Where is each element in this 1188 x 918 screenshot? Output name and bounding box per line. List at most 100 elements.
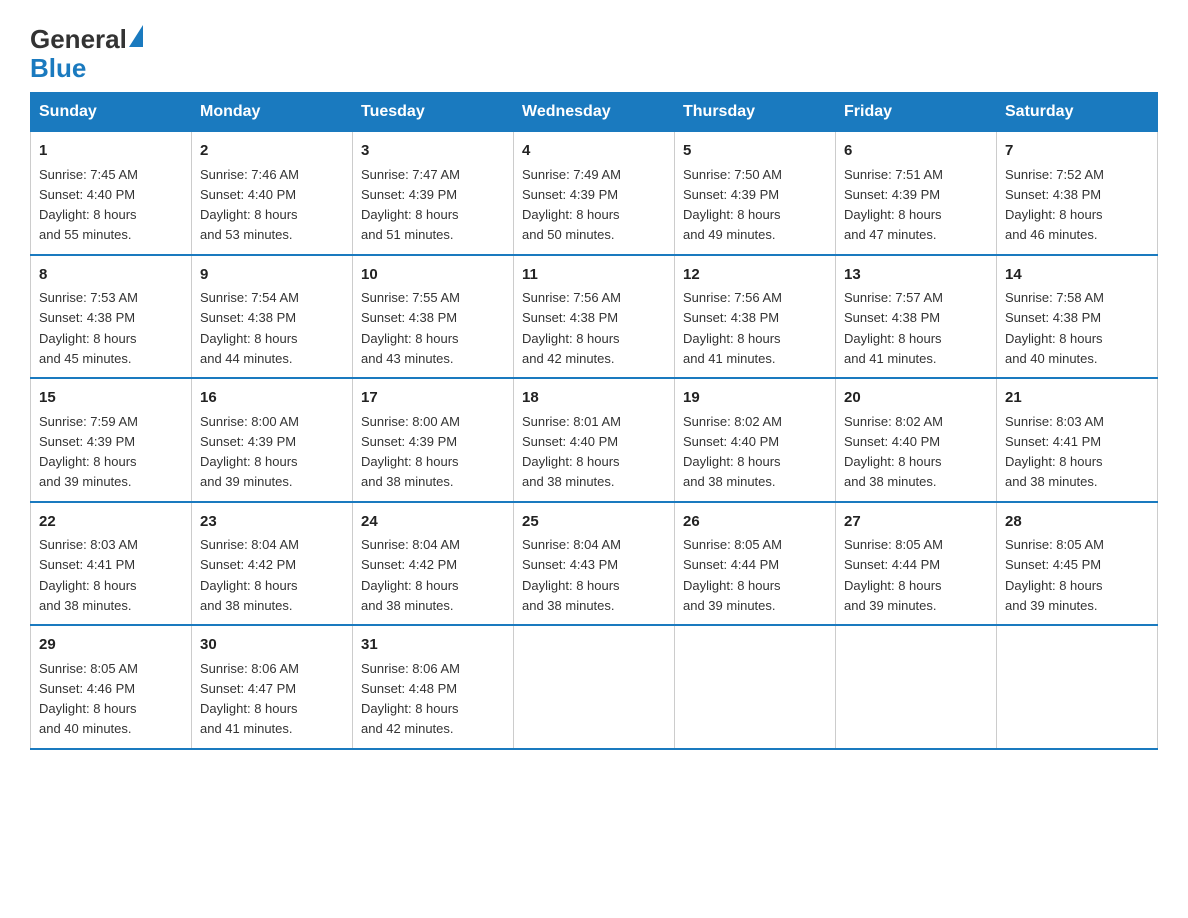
logo-general-text: General: [30, 25, 127, 54]
day-info: Sunrise: 8:05 AMSunset: 4:44 PMDaylight:…: [683, 537, 782, 613]
day-info: Sunrise: 7:58 AMSunset: 4:38 PMDaylight:…: [1005, 290, 1104, 366]
day-cell: 18 Sunrise: 8:01 AMSunset: 4:40 PMDaylig…: [514, 378, 675, 502]
day-number: 22: [39, 511, 183, 534]
day-cell: 12 Sunrise: 7:56 AMSunset: 4:38 PMDaylig…: [675, 255, 836, 379]
day-info: Sunrise: 7:45 AMSunset: 4:40 PMDaylight:…: [39, 167, 138, 243]
day-info: Sunrise: 7:57 AMSunset: 4:38 PMDaylight:…: [844, 290, 943, 366]
day-cell: 4 Sunrise: 7:49 AMSunset: 4:39 PMDayligh…: [514, 132, 675, 255]
day-number: 8: [39, 264, 183, 287]
header-sunday: Sunday: [31, 93, 192, 132]
day-cell: 13 Sunrise: 7:57 AMSunset: 4:38 PMDaylig…: [836, 255, 997, 379]
page-header: General Blue: [30, 20, 1158, 82]
logo-blue-text: Blue: [30, 54, 86, 83]
day-info: Sunrise: 8:05 AMSunset: 4:45 PMDaylight:…: [1005, 537, 1104, 613]
day-number: 25: [522, 511, 666, 534]
header-saturday: Saturday: [997, 93, 1158, 132]
day-number: 3: [361, 140, 505, 163]
day-number: 20: [844, 387, 988, 410]
day-cell: 17 Sunrise: 8:00 AMSunset: 4:39 PMDaylig…: [353, 378, 514, 502]
day-cell: 5 Sunrise: 7:50 AMSunset: 4:39 PMDayligh…: [675, 132, 836, 255]
day-cell: 21 Sunrise: 8:03 AMSunset: 4:41 PMDaylig…: [997, 378, 1158, 502]
day-cell: 27 Sunrise: 8:05 AMSunset: 4:44 PMDaylig…: [836, 502, 997, 626]
day-info: Sunrise: 7:51 AMSunset: 4:39 PMDaylight:…: [844, 167, 943, 243]
day-number: 19: [683, 387, 827, 410]
day-info: Sunrise: 8:03 AMSunset: 4:41 PMDaylight:…: [1005, 414, 1104, 490]
day-cell: 28 Sunrise: 8:05 AMSunset: 4:45 PMDaylig…: [997, 502, 1158, 626]
day-info: Sunrise: 8:02 AMSunset: 4:40 PMDaylight:…: [683, 414, 782, 490]
day-number: 28: [1005, 511, 1149, 534]
day-cell: [997, 625, 1158, 749]
day-number: 21: [1005, 387, 1149, 410]
day-number: 14: [1005, 264, 1149, 287]
day-number: 30: [200, 634, 344, 657]
calendar-table: SundayMondayTuesdayWednesdayThursdayFrid…: [30, 92, 1158, 750]
day-cell: 20 Sunrise: 8:02 AMSunset: 4:40 PMDaylig…: [836, 378, 997, 502]
day-info: Sunrise: 7:54 AMSunset: 4:38 PMDaylight:…: [200, 290, 299, 366]
day-cell: 26 Sunrise: 8:05 AMSunset: 4:44 PMDaylig…: [675, 502, 836, 626]
header-friday: Friday: [836, 93, 997, 132]
day-number: 31: [361, 634, 505, 657]
header-monday: Monday: [192, 93, 353, 132]
day-cell: [836, 625, 997, 749]
day-info: Sunrise: 8:06 AMSunset: 4:47 PMDaylight:…: [200, 661, 299, 737]
day-number: 5: [683, 140, 827, 163]
day-number: 29: [39, 634, 183, 657]
day-cell: 2 Sunrise: 7:46 AMSunset: 4:40 PMDayligh…: [192, 132, 353, 255]
day-info: Sunrise: 8:03 AMSunset: 4:41 PMDaylight:…: [39, 537, 138, 613]
day-number: 4: [522, 140, 666, 163]
header-thursday: Thursday: [675, 93, 836, 132]
day-cell: 29 Sunrise: 8:05 AMSunset: 4:46 PMDaylig…: [31, 625, 192, 749]
day-number: 18: [522, 387, 666, 410]
day-number: 26: [683, 511, 827, 534]
day-cell: 3 Sunrise: 7:47 AMSunset: 4:39 PMDayligh…: [353, 132, 514, 255]
day-number: 27: [844, 511, 988, 534]
day-cell: 1 Sunrise: 7:45 AMSunset: 4:40 PMDayligh…: [31, 132, 192, 255]
day-info: Sunrise: 8:04 AMSunset: 4:42 PMDaylight:…: [361, 537, 460, 613]
week-row-2: 8 Sunrise: 7:53 AMSunset: 4:38 PMDayligh…: [31, 255, 1158, 379]
header-wednesday: Wednesday: [514, 93, 675, 132]
day-cell: 23 Sunrise: 8:04 AMSunset: 4:42 PMDaylig…: [192, 502, 353, 626]
day-info: Sunrise: 7:56 AMSunset: 4:38 PMDaylight:…: [522, 290, 621, 366]
day-info: Sunrise: 7:52 AMSunset: 4:38 PMDaylight:…: [1005, 167, 1104, 243]
day-cell: 19 Sunrise: 8:02 AMSunset: 4:40 PMDaylig…: [675, 378, 836, 502]
day-info: Sunrise: 8:05 AMSunset: 4:46 PMDaylight:…: [39, 661, 138, 737]
day-cell: 15 Sunrise: 7:59 AMSunset: 4:39 PMDaylig…: [31, 378, 192, 502]
day-number: 6: [844, 140, 988, 163]
day-number: 15: [39, 387, 183, 410]
day-number: 2: [200, 140, 344, 163]
day-number: 11: [522, 264, 666, 287]
day-number: 1: [39, 140, 183, 163]
day-cell: 9 Sunrise: 7:54 AMSunset: 4:38 PMDayligh…: [192, 255, 353, 379]
day-cell: [675, 625, 836, 749]
day-number: 7: [1005, 140, 1149, 163]
day-number: 12: [683, 264, 827, 287]
day-info: Sunrise: 7:53 AMSunset: 4:38 PMDaylight:…: [39, 290, 138, 366]
day-info: Sunrise: 7:49 AMSunset: 4:39 PMDaylight:…: [522, 167, 621, 243]
day-info: Sunrise: 7:50 AMSunset: 4:39 PMDaylight:…: [683, 167, 782, 243]
week-row-4: 22 Sunrise: 8:03 AMSunset: 4:41 PMDaylig…: [31, 502, 1158, 626]
header-tuesday: Tuesday: [353, 93, 514, 132]
day-cell: [514, 625, 675, 749]
day-cell: 14 Sunrise: 7:58 AMSunset: 4:38 PMDaylig…: [997, 255, 1158, 379]
day-info: Sunrise: 8:04 AMSunset: 4:43 PMDaylight:…: [522, 537, 621, 613]
day-number: 16: [200, 387, 344, 410]
day-info: Sunrise: 8:05 AMSunset: 4:44 PMDaylight:…: [844, 537, 943, 613]
day-cell: 11 Sunrise: 7:56 AMSunset: 4:38 PMDaylig…: [514, 255, 675, 379]
week-row-1: 1 Sunrise: 7:45 AMSunset: 4:40 PMDayligh…: [31, 132, 1158, 255]
day-cell: 10 Sunrise: 7:55 AMSunset: 4:38 PMDaylig…: [353, 255, 514, 379]
day-info: Sunrise: 7:55 AMSunset: 4:38 PMDaylight:…: [361, 290, 460, 366]
day-number: 24: [361, 511, 505, 534]
day-number: 23: [200, 511, 344, 534]
day-cell: 6 Sunrise: 7:51 AMSunset: 4:39 PMDayligh…: [836, 132, 997, 255]
day-info: Sunrise: 8:06 AMSunset: 4:48 PMDaylight:…: [361, 661, 460, 737]
day-info: Sunrise: 7:59 AMSunset: 4:39 PMDaylight:…: [39, 414, 138, 490]
day-cell: 31 Sunrise: 8:06 AMSunset: 4:48 PMDaylig…: [353, 625, 514, 749]
day-cell: 24 Sunrise: 8:04 AMSunset: 4:42 PMDaylig…: [353, 502, 514, 626]
day-cell: 25 Sunrise: 8:04 AMSunset: 4:43 PMDaylig…: [514, 502, 675, 626]
day-info: Sunrise: 8:02 AMSunset: 4:40 PMDaylight:…: [844, 414, 943, 490]
day-number: 13: [844, 264, 988, 287]
day-info: Sunrise: 8:04 AMSunset: 4:42 PMDaylight:…: [200, 537, 299, 613]
day-number: 17: [361, 387, 505, 410]
week-row-5: 29 Sunrise: 8:05 AMSunset: 4:46 PMDaylig…: [31, 625, 1158, 749]
day-cell: 30 Sunrise: 8:06 AMSunset: 4:47 PMDaylig…: [192, 625, 353, 749]
